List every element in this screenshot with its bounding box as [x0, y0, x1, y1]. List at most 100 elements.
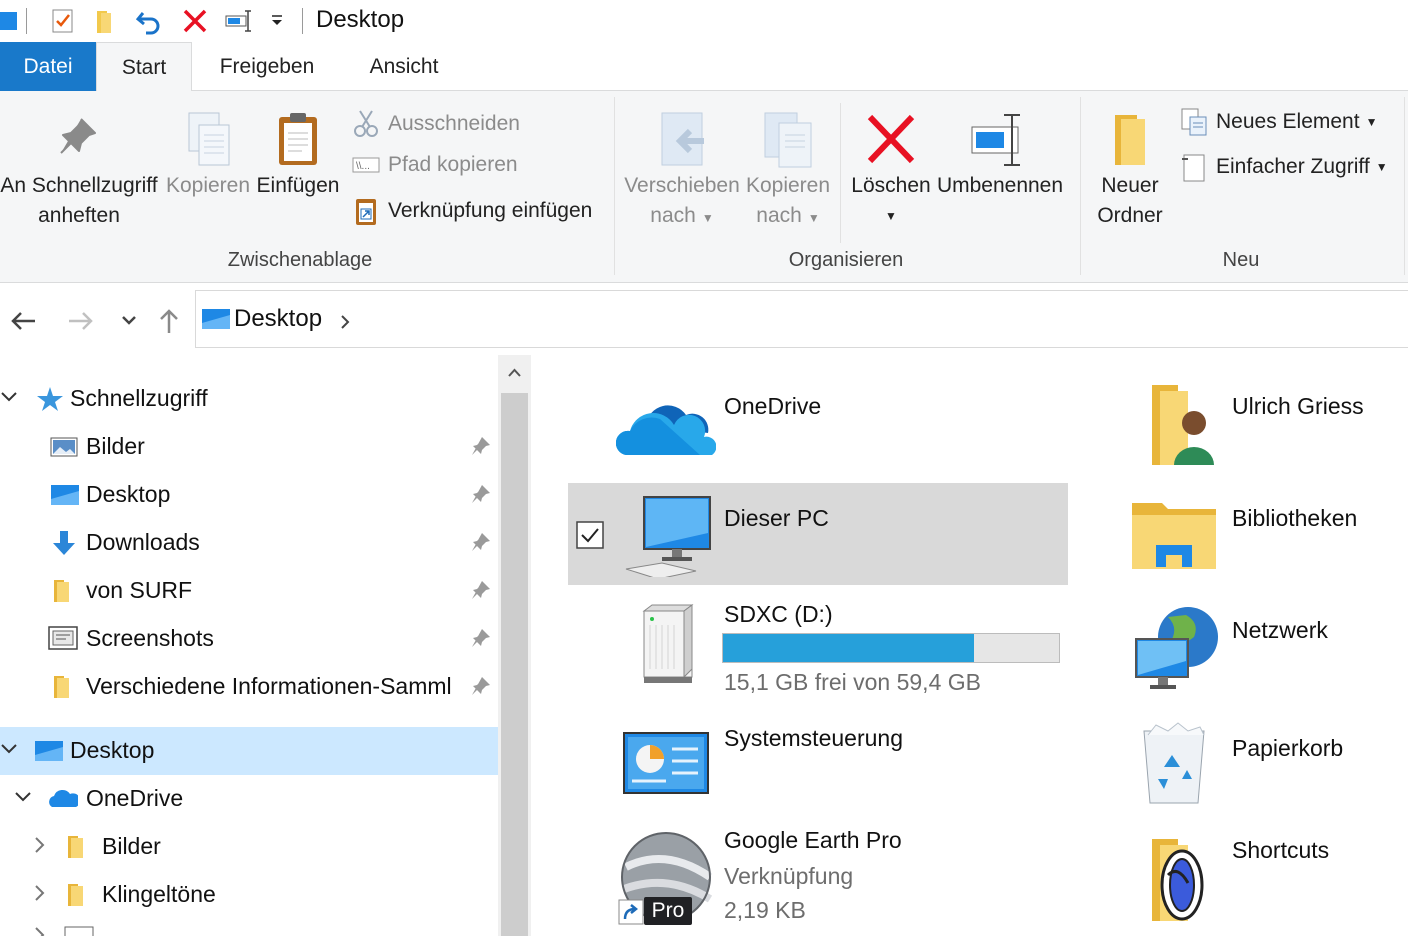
address-bar[interactable]: Desktop [195, 290, 1408, 348]
sidebar-scrollbar[interactable] [498, 355, 531, 936]
drive-icon [64, 926, 94, 936]
new-folder-label-2: Ordner [1097, 204, 1163, 227]
item-name: Systemsteuerung [724, 725, 903, 751]
copy-path-button[interactable]: \\... Pfad kopieren [352, 153, 518, 177]
tab-file[interactable]: Datei [0, 42, 96, 91]
customize-quick-access-icon[interactable] [262, 6, 292, 36]
item-google-earth-pro[interactable]: Pro Google Earth Pro Verknüpfung 2,19 KB [568, 819, 1068, 936]
move-to-label-1: Verschieben [624, 174, 740, 197]
address-location[interactable]: Desktop [234, 305, 322, 333]
pin-quick-access-button[interactable]: An Schnellzugriff anheften [0, 111, 158, 231]
new-item-icon [1181, 108, 1207, 136]
tree-item-partial[interactable] [0, 921, 498, 936]
new-item-button[interactable]: Neues Element ▼ [1180, 107, 1377, 137]
tree-screenshots[interactable]: Screenshots [0, 615, 498, 663]
item-name: Netzwerk [1232, 617, 1328, 643]
tree-von-surf[interactable]: von SURF [0, 567, 498, 615]
copy-button[interactable]: Kopieren [164, 111, 252, 201]
breadcrumb-chevron-icon[interactable] [338, 313, 352, 331]
checkbox-checked-icon[interactable] [576, 521, 604, 549]
tree-label: Verschiedene Informationen-Samml [86, 673, 452, 699]
rename-quick-icon[interactable] [224, 6, 254, 36]
pin-icon[interactable] [470, 435, 492, 457]
forward-button[interactable] [64, 304, 98, 338]
move-to-dropdown-icon: ▼ [701, 211, 714, 225]
tab-view[interactable]: Ansicht [352, 42, 456, 91]
new-folder-quick-icon[interactable] [90, 6, 120, 36]
chevron-right-icon[interactable] [30, 925, 50, 936]
paste-button[interactable]: Einfügen [254, 111, 342, 201]
new-folder-label-1: Neuer [1101, 174, 1159, 197]
tree-onedrive[interactable]: OneDrive [0, 775, 498, 823]
copy-to-button[interactable]: Kopieren nach ▼ [744, 111, 832, 233]
back-arrow-icon [11, 312, 35, 330]
tree-quick-access[interactable]: Schnellzugriff [0, 375, 498, 423]
item-name: SDXC (D:) [724, 601, 833, 627]
chevron-right-icon[interactable] [30, 883, 50, 903]
chevron-right-icon[interactable] [30, 835, 50, 855]
move-to-icon [661, 112, 704, 166]
desktop-icon[interactable] [0, 6, 24, 36]
chevron-down-icon[interactable] [0, 739, 20, 759]
screenshots-icon [48, 626, 78, 650]
paste-icon [279, 113, 317, 165]
shortcuts-folder-icon [1152, 839, 1204, 921]
ribbon-separator-inner [840, 103, 841, 243]
cut-button[interactable]: Ausschneiden [352, 109, 520, 139]
tree-desktop[interactable]: Desktop [0, 727, 498, 775]
pin-icon[interactable] [470, 579, 492, 601]
pin-icon[interactable] [470, 483, 492, 505]
tab-share[interactable]: Freigeben [202, 42, 332, 91]
pin-icon[interactable] [470, 627, 492, 649]
chevron-down-icon[interactable] [0, 387, 20, 407]
tree-verschiedene-informationen[interactable]: Verschiedene Informationen-Samml [0, 663, 498, 711]
new-group-label: Neu [1222, 249, 1260, 271]
undo-icon[interactable] [134, 6, 164, 36]
item-libraries[interactable]: Bibliotheken [1128, 483, 1408, 585]
pin-icon[interactable] [470, 531, 492, 553]
tree-ringtones[interactable]: Klingeltöne [0, 871, 498, 919]
item-network[interactable]: Netzwerk [1128, 597, 1408, 697]
delete-button[interactable]: Löschen ▼ [848, 111, 934, 231]
properties-icon[interactable] [48, 6, 78, 36]
item-recycle-bin[interactable]: Papierkorb [1128, 717, 1408, 813]
up-button[interactable] [152, 304, 186, 338]
tree-label: von SURF [86, 577, 193, 603]
tree-onedrive-pictures[interactable]: Bilder [0, 823, 498, 871]
recent-locations-button[interactable] [112, 304, 146, 338]
paste-shortcut-button[interactable]: Verknüpfung einfügen [352, 195, 592, 227]
tree-pictures[interactable]: Bilder [0, 423, 498, 471]
svg-text:\\...: \\... [356, 161, 370, 172]
scrollbar-thumb[interactable] [501, 393, 528, 936]
pin-icon[interactable] [470, 675, 492, 697]
item-sdxc-drive[interactable]: SDXC (D:) 15,1 GB frei von 59,4 GB [568, 591, 1068, 701]
tree-downloads[interactable]: Downloads [0, 519, 498, 567]
item-onedrive[interactable]: OneDrive [568, 381, 1068, 481]
delete-quick-icon[interactable] [180, 6, 210, 36]
move-to-button[interactable]: Verschieben nach ▼ [622, 111, 742, 233]
tree-label: Desktop [70, 737, 155, 763]
folder-icon [54, 580, 69, 602]
item-user-folder[interactable]: Ulrich Griess [1128, 381, 1408, 481]
tab-start[interactable]: Start [96, 42, 192, 92]
new-folder-button[interactable]: Neuer Ordner [1090, 111, 1170, 231]
tree-desktop-pinned[interactable]: Desktop [0, 471, 498, 519]
easy-access-label: Einfacher Zugriff [1216, 155, 1370, 178]
cut-label: Ausschneiden [388, 112, 520, 135]
item-shortcuts-folder[interactable]: Shortcuts [1128, 833, 1408, 936]
chevron-down-icon[interactable] [14, 787, 34, 807]
libraries-icon [1132, 503, 1216, 569]
paste-shortcut-icon [356, 199, 376, 225]
scroll-up-icon[interactable] [498, 355, 531, 391]
rename-button[interactable]: Umbenennen [936, 111, 1064, 201]
easy-access-dropdown-icon: ▼ [1375, 160, 1388, 174]
title-separator [26, 8, 27, 34]
desktop-icon [35, 741, 63, 761]
easy-access-button[interactable]: Einfacher Zugriff ▼ [1180, 151, 1388, 183]
delete-dropdown-icon: ▼ [885, 209, 897, 223]
item-name: Papierkorb [1232, 735, 1344, 761]
tree-label: Bilder [86, 433, 145, 459]
back-button[interactable] [6, 304, 40, 338]
item-this-pc[interactable]: Dieser PC [568, 483, 1068, 585]
item-control-panel[interactable]: Systemsteuerung [568, 717, 1068, 807]
